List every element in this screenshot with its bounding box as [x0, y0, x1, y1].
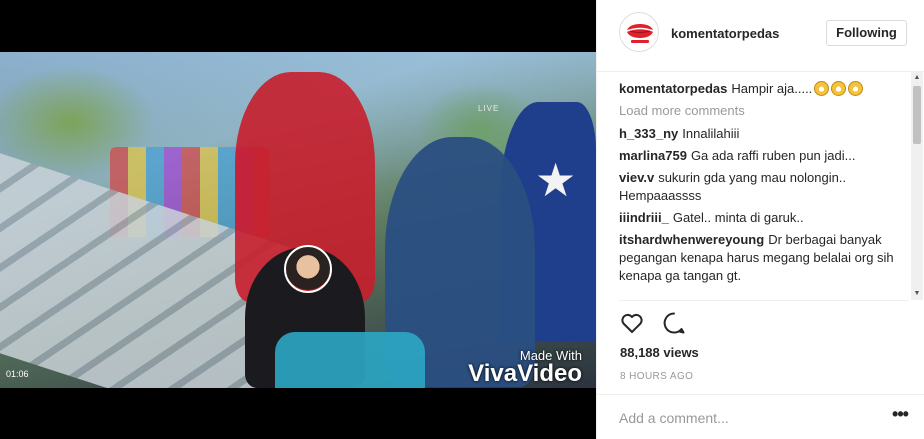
video-overlay-text: LIVE	[478, 104, 500, 113]
comment-item: h_333_ny Innalilahiii	[619, 125, 915, 143]
comment-username[interactable]: itshardwhenwereyoung	[619, 232, 764, 247]
post-username[interactable]: komentatorpedas	[671, 26, 779, 41]
view-count[interactable]: 88,188 views	[620, 345, 699, 360]
comment-bubble-icon[interactable]	[661, 310, 687, 336]
scroll-up-arrow-icon[interactable]: ▲	[913, 74, 921, 82]
sweat-smile-emoji-icon	[814, 81, 830, 96]
comment-item: viev.v sukurin gda yang mau nolongin.. He…	[619, 169, 915, 205]
video-watermark: Made With VivaVideo	[468, 348, 582, 387]
comment-text: Gatel.. minta di garuk..	[672, 210, 804, 225]
sweat-smile-emoji-icon	[831, 81, 847, 96]
scrollbar-thumb[interactable]	[913, 86, 921, 144]
caption: komentatorpedas Hampir aja.....	[619, 80, 915, 98]
comment-username[interactable]: iiindriii_	[619, 210, 669, 225]
video-figure-teal	[275, 332, 425, 388]
action-bar	[619, 310, 699, 338]
comment-item: iiindriii_ Gatel.. minta di garuk..	[619, 209, 915, 227]
video-overlay-avatar	[284, 245, 332, 293]
caption-username[interactable]: komentatorpedas	[619, 81, 727, 96]
more-options-icon[interactable]: •••	[889, 405, 911, 427]
sweat-smile-emoji-icon	[848, 81, 864, 96]
comment-item: marlina759 Ga ada raffi ruben pun jadi...	[619, 147, 915, 165]
video-area: ★ LIVE 01:06 Made With VivaVideo	[0, 0, 596, 439]
post-panel: komentatorpedas Following komentatorpeda…	[596, 0, 924, 439]
comment-text: Ga ada raffi ruben pun jadi...	[690, 148, 856, 163]
caption-text: Hampir aja.....	[731, 81, 813, 96]
comments-list: komentatorpedas Hampir aja..... Load more…	[619, 80, 915, 298]
comment-username[interactable]: viev.v	[619, 170, 654, 185]
watermark-big: VivaVideo	[468, 360, 582, 387]
divider	[619, 300, 909, 301]
video-player[interactable]: ★ LIVE 01:06 Made With VivaVideo	[0, 52, 596, 388]
load-more-comments[interactable]: Load more comments	[619, 102, 915, 120]
comments-scrollbar[interactable]: ▲ ▼	[911, 72, 923, 300]
add-comment-input[interactable]	[619, 407, 879, 429]
comment-username[interactable]: h_333_ny	[619, 126, 678, 141]
heart-icon[interactable]	[619, 310, 645, 336]
post-header: komentatorpedas Following	[597, 0, 924, 72]
comment-username[interactable]: marlina759	[619, 148, 687, 163]
comment-item: itshardwhenwereyoung Dr berbagai banyak p…	[619, 231, 915, 285]
video-timestamp: 01:06	[6, 369, 29, 379]
comment-bar: •••	[597, 394, 924, 439]
scroll-down-arrow-icon[interactable]: ▼	[913, 290, 921, 298]
comment-text: Innalilahiii	[682, 126, 740, 141]
following-button[interactable]: Following	[826, 20, 907, 46]
lips-logo-icon[interactable]	[619, 12, 659, 52]
post-time: 8 HOURS AGO	[620, 371, 694, 382]
